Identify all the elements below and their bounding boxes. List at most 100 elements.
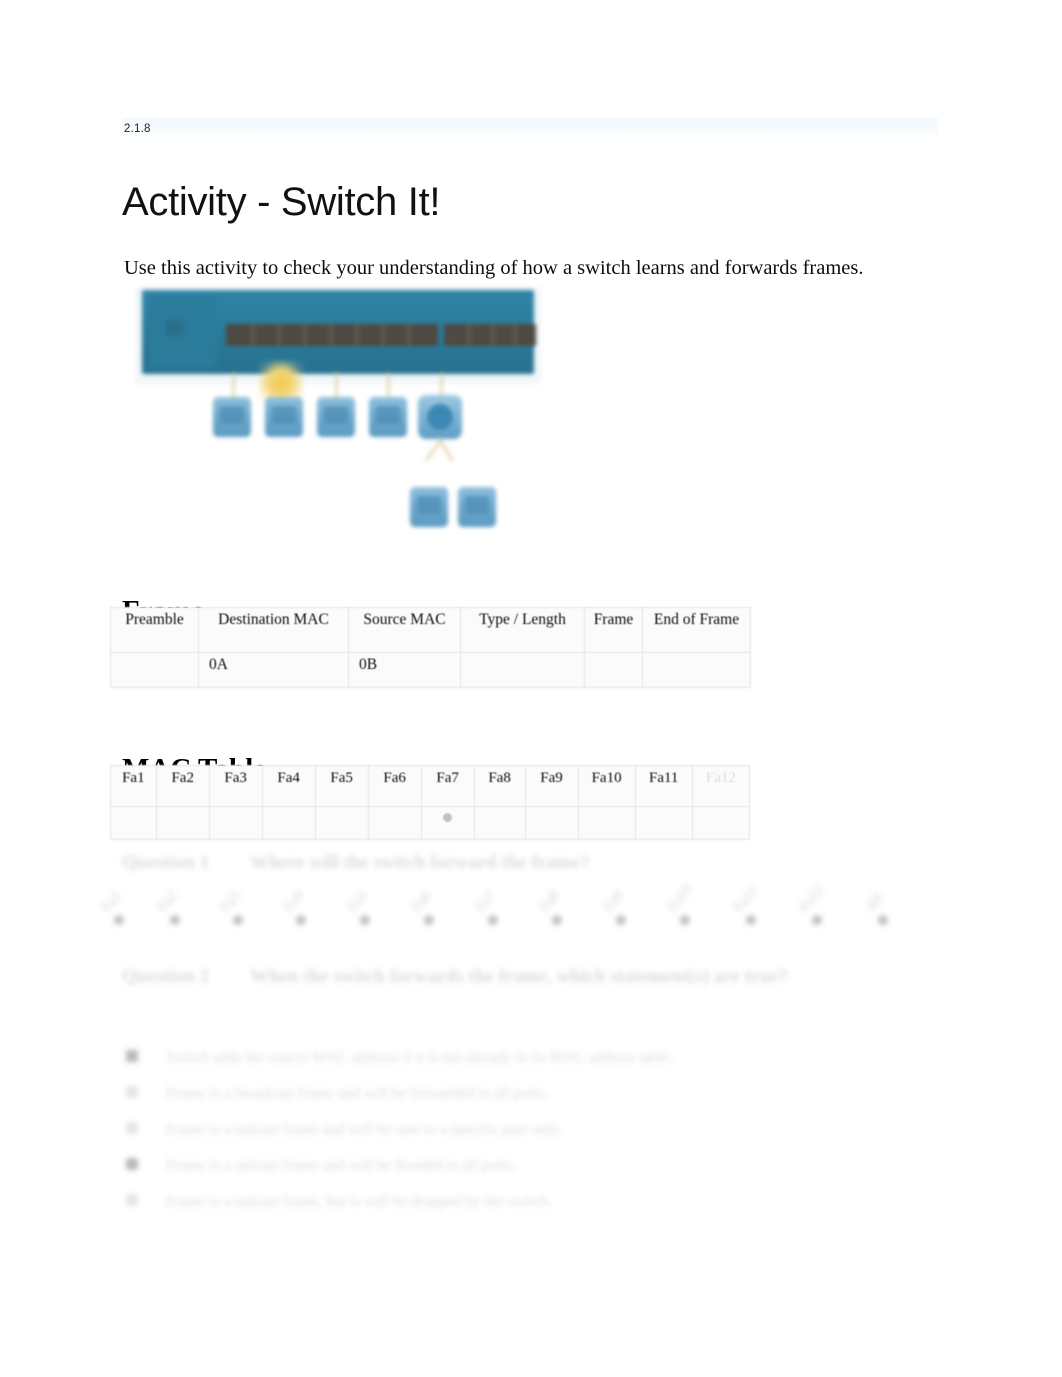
document-page: 2.1.8 Activity - Switch It! Use this act…: [0, 0, 1062, 1377]
question-1-label: Question 1: [122, 852, 210, 873]
mac-header-fa7: Fa7: [420, 765, 475, 807]
question-1-choice-fa4-label: Fa4: [280, 887, 308, 916]
frame-header-destination-mac: Destination MAC: [198, 607, 349, 653]
mac-cell-fa11[interactable]: [634, 806, 693, 840]
frame-value-source-mac[interactable]: 0B: [348, 652, 461, 688]
mac-cell-fa9[interactable]: [524, 806, 579, 840]
question-1-choice-fa5-label: Fa5: [344, 887, 372, 916]
question-1-choice-fa1[interactable]: Fa1: [98, 887, 126, 926]
host-icon-4: [369, 397, 407, 437]
cable-to-host-1: [232, 373, 235, 399]
question-2-option-list: Switch adds the source MAC address if it…: [124, 1040, 854, 1220]
question-1-choice-fa8-label: Fa8: [536, 887, 564, 916]
frame-header-source-mac: Source MAC: [348, 607, 461, 653]
question-2-option-4-label: Frame is a unicast frame and will be flo…: [166, 1157, 517, 1174]
frame-header-type-length: Type / Length: [460, 607, 585, 653]
intro-paragraph: Use this activity to check your understa…: [124, 256, 864, 279]
mac-cell-fa1[interactable]: [110, 806, 157, 840]
section-banner: [122, 118, 938, 140]
question-1-choice-fa12[interactable]: Fa12: [797, 882, 829, 926]
switch-icon: [142, 290, 536, 374]
question-1-choice-fa5[interactable]: Fa5: [344, 887, 372, 926]
question-1-choice-fa11[interactable]: Fa11: [730, 882, 763, 926]
frame-value-destination-mac[interactable]: 0A: [198, 652, 349, 688]
frame-table: Preamble Destination MAC Source MAC Type…: [110, 607, 751, 688]
mac-header-fa12: Fa12: [691, 765, 751, 807]
question-2-option-2[interactable]: Frame is a broadcast frame and will be f…: [124, 1076, 854, 1112]
question-1-choice-fa3[interactable]: Fa3: [217, 887, 245, 926]
question-1-choice-fa7-label: Fa7: [472, 887, 500, 916]
question-1-choice-fa3-label: Fa3: [217, 887, 245, 916]
switch-port-bank-right: [444, 324, 536, 346]
frame-header-preamble: Preamble: [110, 607, 199, 653]
question-2-option-1[interactable]: Switch adds the source MAC address if it…: [124, 1040, 854, 1076]
frame-value-frame[interactable]: [584, 652, 643, 688]
question-2-option-3[interactable]: Frame is a unicast frame and will be sen…: [124, 1112, 854, 1148]
frame-table-header-row: Preamble Destination MAC Source MAC Type…: [110, 607, 751, 653]
host-icon-1: [213, 397, 251, 437]
host-icon-3: [317, 397, 355, 437]
mac-header-fa2: Fa2: [155, 765, 210, 807]
question-1-choice-fa6[interactable]: Fa6: [408, 887, 436, 926]
cable-to-host-4: [387, 373, 390, 399]
frame-header-end-of-frame: End of Frame: [642, 607, 751, 653]
question-2-text: When the switch forwards the frame, whic…: [250, 966, 788, 987]
question-2-option-4[interactable]: Frame is a unicast frame and will be flo…: [124, 1148, 854, 1184]
mac-header-fa8: Fa8: [473, 765, 526, 807]
question-1: Question 1 Where will the switch forward …: [122, 848, 589, 878]
host-icon-7: [458, 487, 496, 527]
question-1-choice-fa4[interactable]: Fa4: [280, 887, 308, 926]
mac-cell-fa10[interactable]: [577, 806, 636, 840]
mac-table-header-row: Fa1 Fa2 Fa3 Fa4 Fa5 Fa6 Fa7 Fa8 Fa9 Fa10…: [110, 765, 751, 807]
question-1-choice-fa7[interactable]: Fa7: [472, 887, 500, 926]
question-1-choice-fa6-label: Fa6: [408, 887, 436, 916]
cable-to-host-3: [335, 373, 338, 399]
question-2-option-3-label: Frame is a unicast frame and will be sen…: [166, 1121, 562, 1138]
mac-cell-fa3[interactable]: [208, 806, 263, 840]
mac-cell-fa6[interactable]: [367, 806, 422, 840]
question-1-choice-fa1-label: Fa1: [98, 887, 126, 916]
question-2-option-1-label: Switch adds the source MAC address if it…: [166, 1049, 674, 1066]
question-2-label: Question 2: [122, 966, 210, 987]
switch-node-icon-5: [418, 395, 462, 439]
page-title: Activity - Switch It!: [122, 179, 441, 224]
question-1-choice-fa10[interactable]: Fa10: [665, 882, 697, 926]
mac-header-fa11: Fa11: [634, 765, 693, 807]
checkbox-icon-option-5[interactable]: [126, 1194, 138, 1206]
mac-cell-fa8[interactable]: [473, 806, 526, 840]
mac-header-fa5: Fa5: [314, 765, 369, 807]
question-1-choice-fa8[interactable]: Fa8: [536, 887, 564, 926]
frame-value-preamble[interactable]: [110, 652, 199, 688]
switch-topology-diagram: [135, 287, 545, 537]
frame-value-end-of-frame[interactable]: [642, 652, 751, 688]
frame-header-frame: Frame: [584, 607, 643, 653]
question-1-choice-all-label: All: [862, 890, 888, 916]
checkbox-icon-option-1[interactable]: [126, 1050, 138, 1062]
host-icon-2: [265, 397, 303, 437]
frame-table-value-row: 0A 0B: [110, 652, 751, 688]
question-1-choice-fa9[interactable]: Fa9: [601, 888, 628, 926]
question-1-text: Where will the switch forward the frame?: [250, 852, 590, 873]
mac-header-fa6: Fa6: [367, 765, 422, 807]
question-1-choice-fa2[interactable]: Fa2: [154, 887, 182, 926]
mac-header-fa4: Fa4: [261, 765, 316, 807]
question-2-option-5[interactable]: Frame is a unicast frame, but is will be…: [124, 1184, 854, 1220]
mac-cell-fa7[interactable]: [420, 806, 475, 840]
frame-value-type-length[interactable]: [460, 652, 585, 688]
question-1-choice-list: Fa1 Fa2 Fa3 Fa4 Fa5 Fa6 Fa7 Fa8 Fa9 Fa10…: [99, 882, 934, 937]
mac-cell-fa5[interactable]: [314, 806, 369, 840]
question-1-choice-fa11-label: Fa11: [730, 882, 762, 916]
mac-header-fa3: Fa3: [208, 765, 263, 807]
mac-cell-fa2[interactable]: [155, 806, 210, 840]
section-number: 2.1.8: [124, 123, 151, 135]
mac-cell-fa4[interactable]: [261, 806, 316, 840]
mac-header-fa10: Fa10: [577, 765, 636, 807]
mac-cell-fa7-mark: [443, 813, 453, 822]
checkbox-icon-option-4[interactable]: [126, 1158, 138, 1170]
question-1-choice-all[interactable]: All: [862, 890, 888, 926]
mac-cell-fa12[interactable]: [691, 806, 751, 840]
checkbox-icon-option-2[interactable]: [126, 1086, 138, 1098]
checkbox-icon-option-3[interactable]: [126, 1122, 138, 1134]
mac-table: Fa1 Fa2 Fa3 Fa4 Fa5 Fa6 Fa7 Fa8 Fa9 Fa10…: [110, 765, 751, 840]
question-1-choice-fa2-label: Fa2: [154, 887, 182, 916]
